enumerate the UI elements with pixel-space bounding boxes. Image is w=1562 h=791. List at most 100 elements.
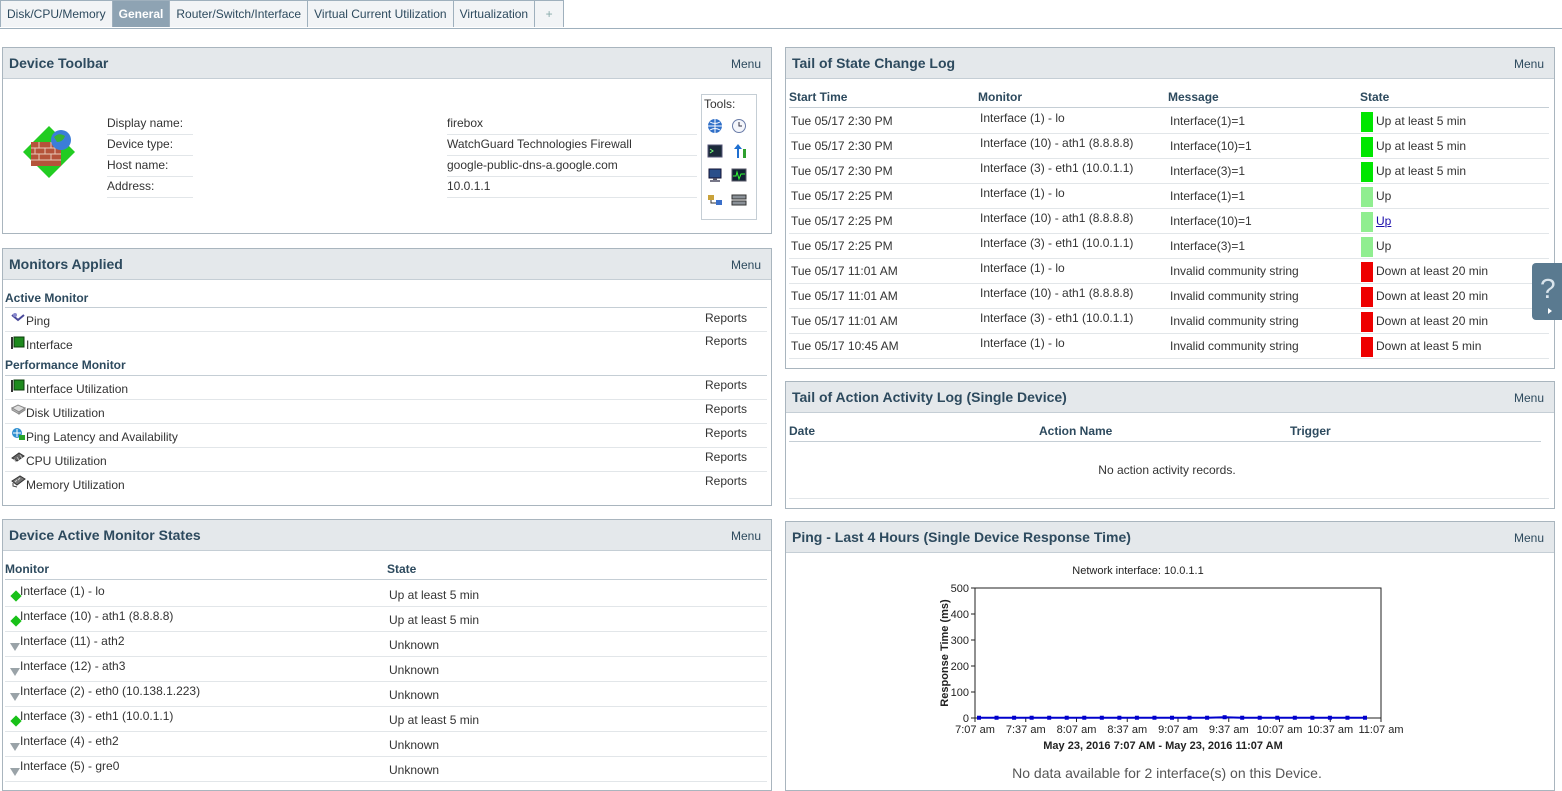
ping-chart-panel: Ping - Last 4 Hours (Single Device Respo…: [785, 521, 1555, 791]
monitor-name-disk-utilization[interactable]: Disk Utilization: [26, 406, 105, 420]
table-row[interactable]: Tue 05/17 11:01 AM Interface (3) - eth1 (…: [789, 309, 1549, 334]
column-header-message[interactable]: Message: [1168, 90, 1219, 104]
remote-desktop-icon[interactable]: [707, 167, 723, 183]
server-icon[interactable]: [731, 192, 747, 208]
device-type-label: Device type:: [107, 137, 174, 151]
x-tick-label: 9:07 am: [1158, 724, 1198, 736]
monitor-name: Interface (1) - lo: [980, 111, 1065, 125]
start-time: Tue 05/17 2:30 PM: [791, 164, 893, 178]
table-row[interactable]: Interface (5) - gre0 Unknown: [5, 757, 767, 782]
cpu-utilization-reports-link[interactable]: Reports: [705, 450, 747, 464]
interface-reports-link[interactable]: Reports: [705, 334, 747, 348]
table-row[interactable]: Interface (12) - ath3 Unknown: [5, 657, 767, 682]
y-tick-label: 200: [951, 661, 969, 673]
menu-button[interactable]: Menu: [1514, 391, 1544, 405]
tab-general[interactable]: General: [111, 0, 171, 27]
host-name-value: google-public-dns-a.google.com: [447, 158, 618, 172]
monitor-name: Interface (3) - eth1 (10.0.1.1): [980, 311, 1134, 325]
tab-disk-cpu-memory[interactable]: Disk/CPU/Memory: [0, 0, 113, 27]
x-tick-label: 10:37 am: [1307, 724, 1353, 736]
data-point: [1082, 715, 1087, 720]
column-header-state[interactable]: State: [1360, 90, 1389, 104]
menu-button[interactable]: Menu: [731, 529, 761, 543]
column-header-trigger[interactable]: Trigger: [1290, 424, 1331, 438]
terminal-icon[interactable]: [707, 143, 723, 159]
panel-title: Device Toolbar: [9, 55, 109, 71]
y-tick-label: 400: [951, 609, 969, 621]
menu-button[interactable]: Menu: [731, 258, 761, 272]
table-row[interactable]: Tue 05/17 11:01 AM Interface (1) - lo Inva…: [789, 259, 1549, 284]
column-header-monitor[interactable]: Monitor: [5, 562, 49, 576]
monitor-name-interface[interactable]: Interface: [26, 338, 73, 352]
state-text: Down at least 5 min: [1376, 339, 1482, 353]
data-point: [1363, 715, 1367, 720]
table-row[interactable]: Tue 05/17 11:01 AM Interface (10) - ath1 …: [789, 284, 1549, 309]
table-row[interactable]: Interface (4) - eth2 Unknown: [5, 732, 767, 757]
table-row[interactable]: Tue 05/17 2:25 PM Interface (1) - lo Inter…: [789, 184, 1549, 209]
monitor-name: Interface (3) - eth1 (10.0.1.1): [980, 161, 1134, 175]
table-row[interactable]: Interface (2) - eth0 (10.138.1.223) Unkno…: [5, 682, 767, 707]
state-text: Up at least 5 min: [1376, 164, 1467, 178]
x-tick-label: 9:37 am: [1209, 724, 1249, 736]
state-text: Up: [1376, 189, 1392, 203]
data-point: [1099, 715, 1104, 720]
monitor-name-cpu-utilization[interactable]: CPU Utilization: [26, 454, 107, 468]
column-header-monitor[interactable]: Monitor: [978, 90, 1022, 104]
table-row[interactable]: Interface (3) - eth1 (10.0.1.1) Up at lea…: [5, 707, 767, 732]
monitor-name: Interface (1) - lo: [980, 336, 1065, 350]
table-row[interactable]: Tue 05/17 2:25 PM Interface (3) - eth1 (1…: [789, 234, 1549, 259]
state-color-indicator: [1361, 287, 1373, 307]
monitor-name-ping[interactable]: Ping: [26, 314, 50, 328]
table-row[interactable]: Tue 05/17 2:30 PM Interface (1) - lo Inter…: [789, 109, 1549, 134]
help-button[interactable]: ?: [1532, 263, 1562, 320]
monitor-name-interface-utilization[interactable]: Interface Utilization: [26, 382, 128, 396]
upload-bars-icon[interactable]: [731, 143, 747, 159]
disk-utilization-reports-link[interactable]: Reports: [705, 402, 747, 416]
address-label: Address:: [107, 179, 155, 193]
table-row[interactable]: Interface (1) - lo Up at least 5 min: [5, 582, 767, 607]
clock-icon[interactable]: [731, 118, 747, 134]
tab-virtualization[interactable]: Virtualization: [452, 0, 536, 27]
performance-monitor-icon[interactable]: [731, 167, 747, 183]
menu-button[interactable]: Menu: [1514, 531, 1544, 545]
web-browser-icon[interactable]: [707, 118, 723, 134]
network-tools-icon[interactable]: [707, 192, 723, 208]
state-link[interactable]: Up: [1376, 214, 1391, 228]
host-name-label: Host name:: [107, 158, 169, 172]
table-row[interactable]: Interface (10) - ath1 (8.8.8.8) Up at lea…: [5, 607, 767, 632]
response-time-chart[interactable]: Network interface: 10.0.1.1 0 100 200 300 400…: [786, 553, 1552, 768]
ping-latency-reports-link[interactable]: Reports: [705, 426, 747, 440]
table-row[interactable]: Tue 05/17 10:45 AM Interface (1) - lo Inva…: [789, 334, 1549, 359]
table-row[interactable]: Interface (11) - ath2 Unknown: [5, 632, 767, 657]
table-row[interactable]: Tue 05/17 2:25 PM Interface (10) - ath1 (…: [789, 209, 1549, 234]
state-text: Up at least 5 min: [1376, 114, 1467, 128]
monitor-name-memory-utilization[interactable]: Memory Utilization: [26, 478, 125, 492]
monitor-name: Interface (12) - ath3: [20, 659, 126, 673]
monitor-name: Interface (11) - ath2: [20, 634, 125, 648]
y-tick-label: 100: [951, 687, 969, 699]
tab-virtual-current-utilization[interactable]: Virtual Current Utilization: [307, 0, 454, 27]
monitor-name: Interface (3) - eth1 (10.0.1.1): [980, 236, 1134, 250]
y-axis-label: Response Time (ms): [939, 599, 951, 707]
memory-utilization-reports-link[interactable]: Reports: [705, 474, 747, 488]
tab-router-switch-interface[interactable]: Router/Switch/Interface: [169, 0, 309, 27]
column-header-state[interactable]: State: [387, 562, 416, 576]
monitor-name-ping-latency[interactable]: Ping Latency and Availability: [26, 430, 178, 444]
table-row[interactable]: Tue 05/17 2:30 PM Interface (3) - eth1 (1…: [789, 159, 1549, 184]
ping-latency-icon: [12, 428, 25, 440]
interface-utilization-reports-link[interactable]: Reports: [705, 378, 747, 392]
column-header-date[interactable]: Date: [789, 424, 815, 438]
table-row[interactable]: Tue 05/17 2:30 PM Interface (10) - ath1 (…: [789, 134, 1549, 159]
add-tab-button[interactable]: +: [534, 0, 565, 27]
column-header-action-name[interactable]: Action Name: [1039, 424, 1112, 438]
message-text: Interface(1)=1: [1170, 189, 1246, 203]
start-time: Tue 05/17 10:45 AM: [791, 339, 899, 353]
message-text: Invalid community string: [1170, 314, 1299, 328]
data-point: [1205, 715, 1210, 720]
state-text: Down at least 20 min: [1376, 289, 1489, 303]
ping-reports-link[interactable]: Reports: [705, 311, 747, 325]
column-header-start-time[interactable]: Start Time: [789, 90, 847, 104]
message-text: Interface(10)=1: [1170, 139, 1252, 153]
menu-button[interactable]: Menu: [1514, 57, 1544, 71]
menu-button[interactable]: Menu: [731, 57, 761, 71]
